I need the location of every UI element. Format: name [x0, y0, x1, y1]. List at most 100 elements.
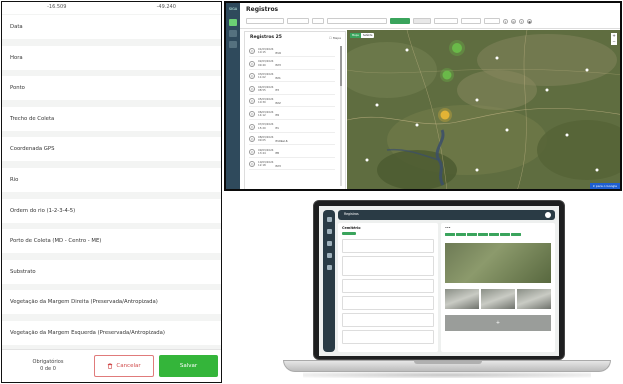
list-item[interactable]: ◎ 09/03/2024 13:44 P8: [249, 147, 335, 158]
photo-thumbnail[interactable]: [481, 289, 515, 309]
media-header: •••: [445, 226, 451, 230]
obligatory-counter: Obrigatórios 0 de 0: [2, 359, 94, 373]
desktop-map-window: SIGA Registros ⇪ ⚙ ? ● Registros 25 ☐ Ma…: [224, 1, 622, 191]
status-badge: [342, 232, 356, 235]
zoom-control[interactable]: + −: [611, 33, 617, 45]
open-google-link[interactable]: Ir para o Google: [589, 183, 620, 189]
form-field[interactable]: Ponto: [2, 76, 221, 101]
list-item[interactable]: ◎ 06/03/2024 14:12 P9: [249, 109, 335, 120]
record-time: 15:20: [258, 125, 266, 130]
save-button[interactable]: Salvar: [159, 355, 218, 377]
record-code: P1: [275, 126, 279, 131]
share-icon[interactable]: ⇪: [503, 18, 508, 24]
list-item[interactable]: ◎ 05/03/2024 10:30 P22: [249, 96, 335, 108]
mobile-form-panel: -16.509 -49.240 Data Hora Ponto Trecho d…: [1, 1, 222, 383]
map-header: Registros ⇪ ⚙ ? ●: [240, 3, 620, 29]
field-label: Porto de Coleta (MD - Centro - ME): [10, 238, 102, 245]
record-icon: ◎: [249, 136, 255, 143]
sidebar-item[interactable]: [326, 229, 332, 234]
field-label: Ponto: [10, 85, 25, 92]
sidebar-item-records[interactable]: [229, 19, 237, 26]
cancel-button[interactable]: Cancelar: [94, 355, 154, 377]
form-field[interactable]: Hora: [2, 45, 221, 70]
sidebar-item[interactable]: [326, 253, 332, 258]
coordinate-left: -16.509: [47, 4, 67, 10]
tab-pill[interactable]: [445, 233, 455, 236]
list-item[interactable]: ◎ 04/03/2024 08:55 P3: [249, 84, 335, 95]
user-icon[interactable]: ●: [527, 18, 532, 24]
field-label: Vegetação da Margem Esquerda (Preservada…: [10, 329, 165, 336]
filter-chip[interactable]: [287, 18, 309, 24]
record-time: 10:30: [258, 100, 266, 105]
map-mode-map[interactable]: Mapa: [350, 33, 361, 38]
filter-apply-button[interactable]: [390, 18, 410, 24]
list-item[interactable]: ◎ 02/03/2024 09:40 P23: [249, 59, 335, 70]
records-panel: Registros 25 ☐ Mapa ◎ 01/03/2024 10:15 P19 …: [244, 31, 346, 189]
tab-pill[interactable]: [511, 233, 521, 236]
form-field[interactable]: Substrato: [2, 259, 221, 284]
field-label: Rio: [10, 176, 19, 183]
list-item[interactable]: ◎ 10/03/2024 12:18 P23: [249, 159, 335, 171]
tab-pill[interactable]: [500, 233, 510, 236]
record-icon: ◎: [249, 148, 255, 155]
tab-pill[interactable]: [478, 233, 488, 236]
records-scrollbar[interactable]: [340, 46, 342, 186]
add-photo-button[interactable]: +: [445, 315, 551, 331]
form-field[interactable]: Data: [2, 15, 221, 39]
record-icon: ◎: [249, 60, 255, 67]
cancel-label: Cancelar: [116, 363, 141, 369]
form-field[interactable]: Ordem do rio (1-2-3-4-5): [2, 198, 221, 223]
sidebar-item[interactable]: [326, 241, 332, 246]
filter-chip[interactable]: [484, 18, 500, 24]
field-label: Coordenada GPS: [10, 146, 55, 153]
map-mode-toggle[interactable]: Mapa Satélite: [350, 33, 375, 38]
sidebar-item[interactable]: [326, 217, 332, 222]
list-item[interactable]: ◎ 03/03/2024 11:02 P21: [249, 71, 335, 83]
filter-chip[interactable]: [246, 18, 284, 24]
record-time: 09:05: [258, 138, 266, 143]
form-field[interactable]: Coordenada GPS: [2, 137, 221, 162]
form-field[interactable]: Porto de Coleta (MD - Centro - ME): [2, 229, 221, 254]
sidebar-item-settings[interactable]: [229, 41, 237, 48]
form-field[interactable]: Trecho de Coleta: [2, 106, 221, 131]
form-field[interactable]: Vegetação da Margem Esquerda (Preservada…: [2, 320, 221, 345]
list-item[interactable]: ◎ 07/03/2024 15:20 P1: [249, 122, 335, 133]
form-field[interactable]: Rio: [2, 167, 221, 192]
map-toggle-label: Mapa: [332, 36, 341, 40]
gear-icon[interactable]: ⚙: [511, 18, 516, 24]
list-item[interactable]: ◎ 01/03/2024 10:15 P19: [249, 46, 335, 57]
search-input[interactable]: [327, 18, 387, 24]
filter-chip[interactable]: [312, 18, 324, 24]
record-icon: ◎: [249, 73, 255, 80]
record-media-panel: ••• +: [441, 223, 555, 352]
photo-thumbnail[interactable]: [517, 289, 551, 309]
detail-section: [342, 239, 434, 253]
tab-pill[interactable]: [456, 233, 466, 236]
screen-header: Registros: [338, 210, 555, 220]
sidebar-item-charts[interactable]: [229, 30, 237, 37]
filter-chip[interactable]: [413, 18, 431, 24]
record-code: P22: [275, 100, 281, 105]
coordinates-row: -16.509 -49.240: [2, 2, 221, 14]
zoom-out-icon[interactable]: −: [611, 39, 617, 45]
map-toggle[interactable]: ☐ Mapa: [329, 36, 341, 40]
list-item[interactable]: ◎ 08/03/2024 09:05 P10kel-6: [249, 134, 335, 146]
detail-section: [342, 256, 434, 276]
record-code: P23: [275, 63, 281, 68]
help-icon[interactable]: ?: [519, 18, 524, 24]
record-icon: ◎: [249, 110, 255, 117]
map-mode-satellite[interactable]: Satélite: [361, 33, 375, 38]
detail-section: [342, 330, 434, 344]
form-field[interactable]: Vegetação da Margem Direita (Preservada/…: [2, 290, 221, 315]
sidebar-item[interactable]: [326, 265, 332, 270]
avatar[interactable]: [545, 212, 551, 218]
filter-chip[interactable]: [434, 18, 458, 24]
filter-chip[interactable]: [461, 18, 481, 24]
tab-pill[interactable]: [489, 233, 499, 236]
tab-pill[interactable]: [467, 233, 477, 236]
location-map-thumbnail[interactable]: [445, 243, 551, 283]
satellite-map[interactable]: Mapa Satélite + − Ir para o Google: [347, 30, 620, 189]
field-label: Trecho de Coleta: [10, 115, 55, 122]
photo-thumbnail[interactable]: [445, 289, 479, 309]
detail-section: [342, 313, 434, 327]
